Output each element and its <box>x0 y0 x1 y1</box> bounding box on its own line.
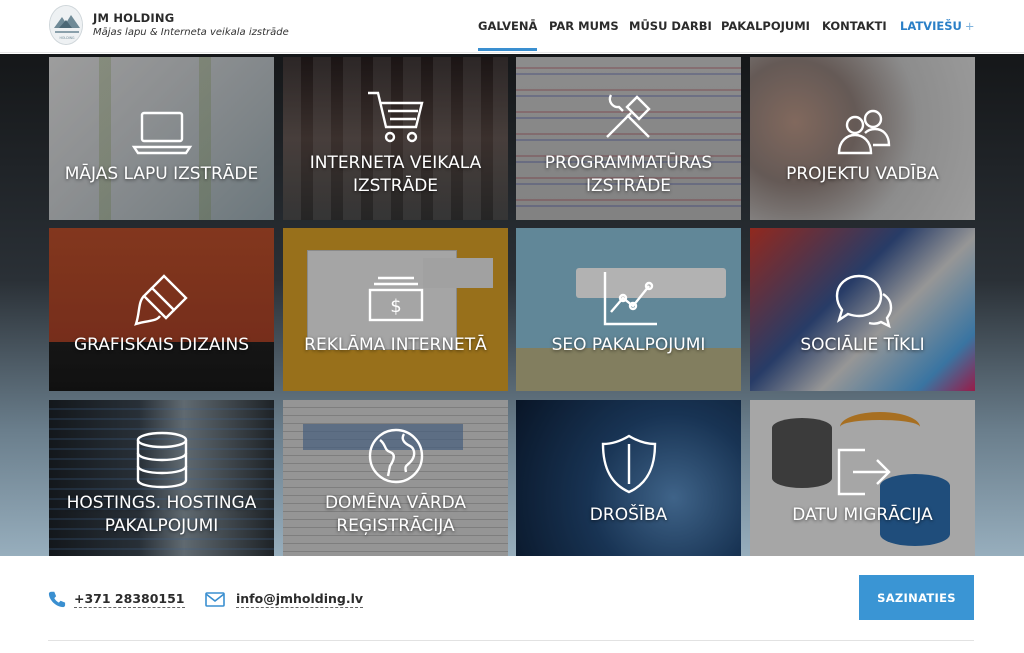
nav-item-par-mums[interactable]: PAR MUMS <box>549 19 619 33</box>
envelope-icon <box>205 592 225 607</box>
service-label: INTERNETA VEIKALA IZSTRĀDE <box>309 153 482 196</box>
service-label: DROŠĪBA <box>589 505 668 525</box>
shield-icon <box>597 432 661 496</box>
shopping-cart-icon <box>364 85 428 149</box>
nav-item-galvena[interactable]: GALVENĀ <box>478 19 538 51</box>
service-tile-hosting[interactable]: HOSTINGS. HOSTINGA PAKALPOJUMI <box>49 400 274 563</box>
service-tile-seo[interactable]: SEO PAKALPOJUMI <box>516 228 741 391</box>
users-icon <box>831 101 895 165</box>
service-tile-data-migration[interactable]: DATU MIGRĀCIJA <box>750 400 975 563</box>
money-icon: $ <box>364 268 428 332</box>
plus-icon: + <box>964 19 975 33</box>
laptop-icon <box>130 101 194 165</box>
phone-icon <box>48 590 66 608</box>
service-tile-project-management[interactable]: PROJEKTU VADĪBA <box>750 57 975 220</box>
site-header: HOLDING JM HOLDING Mājas lapu & Internet… <box>0 0 1024 53</box>
service-label: PROGRAMMATŪRAS IZSTRĀDE <box>544 153 713 196</box>
nav-item-kontakti[interactable]: KONTAKTI <box>822 19 887 33</box>
service-label: GRAFISKAIS DIZAINS <box>73 335 250 355</box>
main-nav: GALVENĀ PAR MUMS MŪSU DARBI PAKALPOJUMI … <box>0 19 1024 51</box>
service-label: HOSTINGS. HOSTINGA PAKALPOJUMI <box>66 493 257 536</box>
language-label: LATVIEŠU <box>900 19 962 33</box>
nav-item-musu-darbi[interactable]: MŪSU DARBI <box>629 19 712 33</box>
contact-bar: +371 28380151 info@jmholding.lv SAZINATI… <box>16 556 1007 653</box>
services-hero: MĀJAS LAPU IZSTRĀDE INTERNETA VEIKALA IZ… <box>0 54 1024 563</box>
sign-out-icon <box>831 440 895 504</box>
nav-item-pakalpojumi[interactable]: PAKALPOJUMI <box>721 19 810 33</box>
service-label: DATU MIGRĀCIJA <box>792 505 933 525</box>
service-tile-graphic-design[interactable]: GRAFISKAIS DIZAINS <box>49 228 274 391</box>
contact-us-button[interactable]: SAZINATIES <box>859 575 974 620</box>
service-tile-social[interactable]: SOCIĀLIE TĪKLI <box>750 228 975 391</box>
tools-icon <box>597 85 661 149</box>
divider <box>48 640 974 641</box>
globe-icon <box>364 424 428 488</box>
service-tile-security[interactable]: DROŠĪBA <box>516 400 741 563</box>
service-tile-web-design[interactable]: MĀJAS LAPU IZSTRĀDE <box>49 57 274 220</box>
service-label: SEO PAKALPOJUMI <box>551 335 706 355</box>
service-label: MĀJAS LAPU IZSTRĀDE <box>64 164 259 184</box>
chat-bubbles-icon <box>831 268 895 332</box>
svg-text:$: $ <box>390 296 401 317</box>
database-icon <box>130 428 194 492</box>
service-label: REKLĀMA INTERNETĀ <box>304 335 487 355</box>
language-selector[interactable]: LATVIEŠU + <box>900 19 974 33</box>
service-tile-software[interactable]: PROGRAMMATŪRAS IZSTRĀDE <box>516 57 741 220</box>
email-link[interactable]: info@jmholding.lv <box>236 591 364 608</box>
service-tile-domain[interactable]: DOMĒNA VĀRDA REĢISTRĀCIJA <box>283 400 508 563</box>
service-label: PROJEKTU VADĪBA <box>786 164 939 184</box>
search-chart-icon <box>597 268 661 332</box>
service-label: SOCIĀLIE TĪKLI <box>800 335 925 355</box>
service-label: DOMĒNA VĀRDA REĢISTRĀCIJA <box>324 493 467 536</box>
service-tile-e-shop[interactable]: INTERNETA VEIKALA IZSTRĀDE <box>283 57 508 220</box>
service-tile-advertising[interactable]: $ REKLĀMA INTERNETĀ <box>283 228 508 391</box>
phone-link[interactable]: +371 28380151 <box>74 591 185 608</box>
paint-brush-icon <box>130 268 194 332</box>
